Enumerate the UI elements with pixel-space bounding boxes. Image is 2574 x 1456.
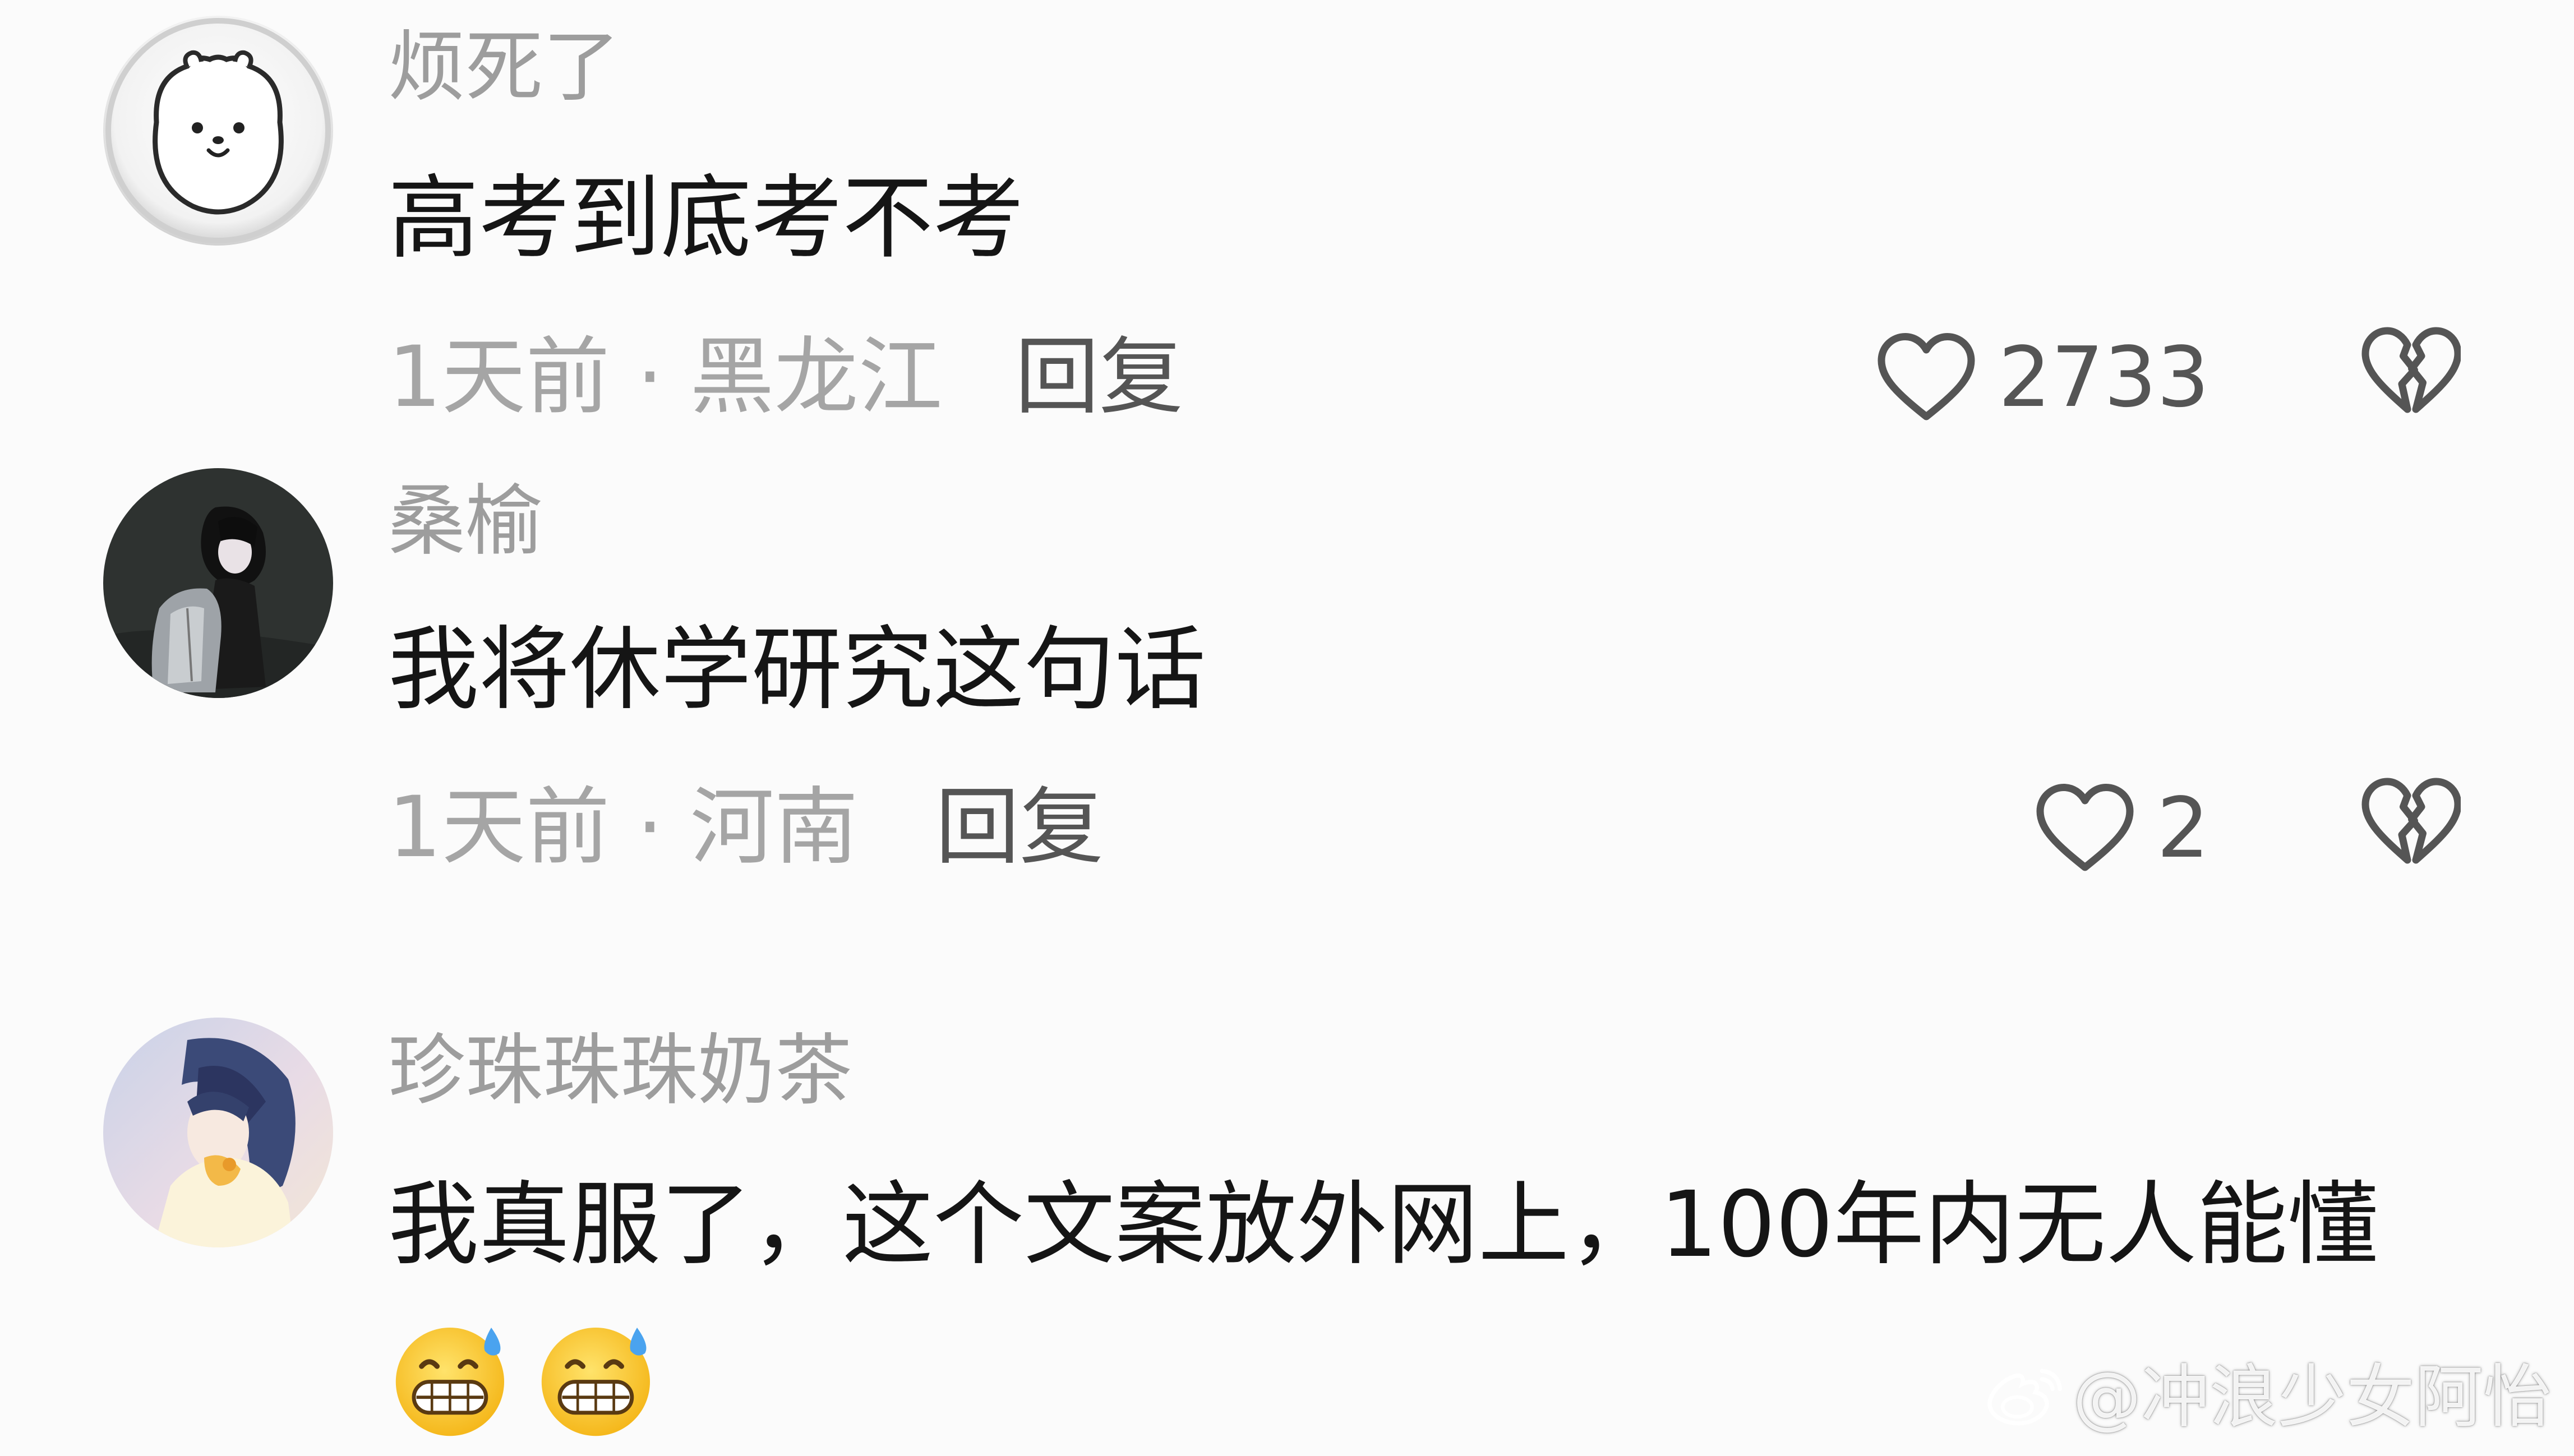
anime-girl-pastel-avatar: [103, 1018, 333, 1247]
like-count: 2733: [1998, 329, 2209, 426]
like-button[interactable]: 2733: [1876, 321, 2209, 433]
user-avatar[interactable]: [103, 468, 333, 698]
like-button[interactable]: 2: [2035, 772, 2209, 884]
watermark: @冲浪少女阿怡: [1986, 1355, 2552, 1439]
comment-text: 我将休学研究这句话: [388, 617, 1206, 723]
watermark-text: @冲浪少女阿怡: [2073, 1357, 2552, 1437]
user-avatar[interactable]: [103, 16, 333, 246]
heart-icon: [2036, 784, 2134, 871]
comment-username[interactable]: 珍珠珠珠奶茶: [388, 1026, 852, 1116]
anime-girl-dark-avatar: [103, 468, 333, 698]
reply-button[interactable]: 回复: [1015, 327, 1183, 428]
comment-text: 我真服了，这个文案放外网上，100年内无人能懂: [388, 1172, 2379, 1278]
reply-button[interactable]: 回复: [935, 777, 1104, 878]
grimacing-sweat-emoji: [395, 1328, 504, 1436]
emoji-row: [388, 1315, 663, 1444]
like-count: 2: [2156, 780, 2209, 876]
weibo-icon: [1987, 1369, 2063, 1426]
user-avatar[interactable]: [103, 1018, 333, 1247]
heart-icon: [1878, 333, 1975, 420]
comment-item: 桑榆 我将休学研究这句话 1天前 · 河南 回复 2: [0, 437, 2574, 942]
comment-meta: 1天前 · 黑龙江: [388, 329, 943, 426]
grimacing-sweat-emoji: [541, 1328, 650, 1436]
comment-meta: 1天前 · 河南: [388, 779, 859, 876]
white-bear-avatar: [103, 16, 333, 246]
comment-item: 烦死了 高考到底考不考 1天前 · 黑龙江 回复 2733: [0, 0, 2574, 437]
comment-username[interactable]: 桑榆: [388, 477, 543, 566]
comment-username[interactable]: 烦死了: [388, 22, 620, 112]
comment-text: 高考到底考不考: [388, 166, 1024, 271]
broken-heart-icon[interactable]: [2360, 322, 2461, 423]
broken-heart-icon[interactable]: [2360, 773, 2461, 874]
